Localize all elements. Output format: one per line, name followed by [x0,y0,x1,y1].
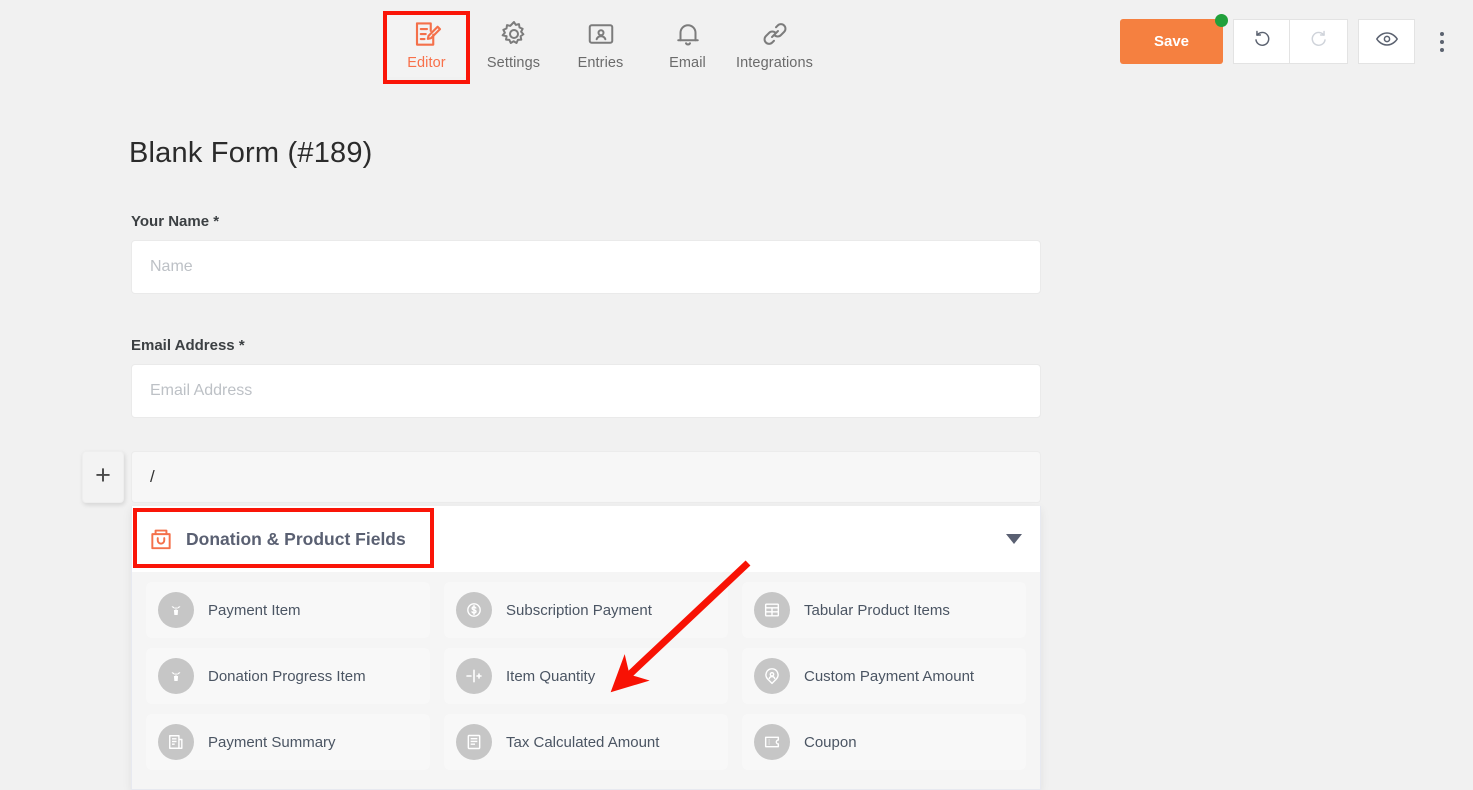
tab-email-label: Email [669,55,706,71]
field-option-payment-summary[interactable]: Payment Summary [146,714,430,770]
plant-icon [158,592,194,628]
tab-settings[interactable]: Settings [470,11,557,77]
field-option-custom-payment-amount[interactable]: Custom Payment Amount [742,648,1026,704]
field-label-text: Email Address [131,337,235,354]
plus-icon[interactable]: + [82,451,124,503]
kebab-dot [1440,31,1444,36]
more-options-button[interactable] [1427,19,1457,64]
page-title: Blank Form (#189) [129,137,373,169]
field-picker-panel: Donation & Product Fields Payment Item D… [131,506,1041,790]
bell-icon [673,19,703,49]
required-marker: * [238,337,245,354]
field-label-email-address: Email Address * [131,337,1041,354]
tab-integrations-label: Integrations [736,55,813,71]
field-option-label: Item Quantity [506,667,596,685]
field-column: Tabular Product Items Custom Payment Amo… [742,582,1026,780]
gear-icon [499,19,529,49]
field-label-text: Your Name [131,213,210,230]
undo-icon [1251,28,1273,55]
field-option-label: Custom Payment Amount [804,667,975,685]
save-button[interactable]: Save [1120,19,1223,64]
field-option-label: Coupon [804,733,857,751]
save-button-wrapper: Save [1120,14,1228,64]
slash-command-input[interactable] [131,451,1041,503]
redo-icon [1308,28,1330,55]
field-picker-grid: Payment Item Donation Progress Item Paym… [132,572,1040,789]
eye-icon [1375,27,1399,56]
preview-button[interactable] [1358,19,1415,64]
field-option-label: Subscription Payment [506,601,652,619]
form-field-your-name: Your Name * [131,213,1041,294]
field-option-label: Payment Item [208,601,301,619]
required-marker: * [213,213,220,230]
form-field-email-address: Email Address * [131,337,1041,418]
field-label-your-name: Your Name * [131,213,1041,230]
field-option-subscription-payment[interactable]: Subscription Payment [444,582,728,638]
tab-entries-label: Entries [577,55,624,71]
chevron-down-icon[interactable] [1006,534,1022,544]
tab-editor[interactable]: Editor [383,11,470,77]
top-bar: Editor Settings Entries Email Integratio… [0,0,1473,92]
undo-button[interactable] [1233,19,1290,64]
link-icon [760,19,790,49]
table-icon [754,592,790,628]
field-column: Subscription Payment Item Quantity Tax C… [444,582,728,780]
field-option-label: Tax Calculated Amount [506,733,660,751]
field-option-coupon[interactable]: Coupon [742,714,1026,770]
panel-title: Donation & Product Fields [186,528,406,549]
tab-email[interactable]: Email [644,11,731,77]
panel-header-donation-product-fields[interactable]: Donation & Product Fields [132,506,1040,572]
your-name-input[interactable] [131,240,1041,294]
tab-settings-label: Settings [486,55,541,71]
email-address-input[interactable] [131,364,1041,418]
editor-icon [412,19,442,49]
tab-integrations[interactable]: Integrations [731,11,818,77]
unsaved-changes-indicator [1215,14,1228,27]
document-list-icon [158,724,194,760]
field-option-donation-progress-item[interactable]: Donation Progress Item [146,648,430,704]
tab-entries[interactable]: Entries [557,11,644,77]
primary-nav: Editor Settings Entries Email Integratio… [383,11,818,77]
user-pin-icon [754,658,790,694]
field-option-item-quantity[interactable]: Item Quantity [444,648,728,704]
field-option-label: Donation Progress Item [208,667,366,685]
kebab-dot [1440,39,1444,44]
field-option-label: Payment Summary [208,733,336,751]
redo-button[interactable] [1290,19,1348,64]
entries-icon [586,19,616,49]
minus-plus-stepper-icon [456,658,492,694]
ticket-icon [754,724,790,760]
tab-editor-label: Editor [407,55,446,71]
editor-toolbar: Save [1120,14,1457,64]
field-option-payment-item[interactable]: Payment Item [146,582,430,638]
dollar-circle-icon [456,592,492,628]
field-column: Payment Item Donation Progress Item Paym… [146,582,430,780]
field-option-tax-calculated-amount[interactable]: Tax Calculated Amount [444,714,728,770]
receipt-icon [456,724,492,760]
shopping-bag-icon [148,526,174,552]
plant-icon [158,658,194,694]
field-option-label: Tabular Product Items [804,601,950,619]
field-option-tabular-product-items[interactable]: Tabular Product Items [742,582,1026,638]
kebab-dot [1440,47,1444,52]
